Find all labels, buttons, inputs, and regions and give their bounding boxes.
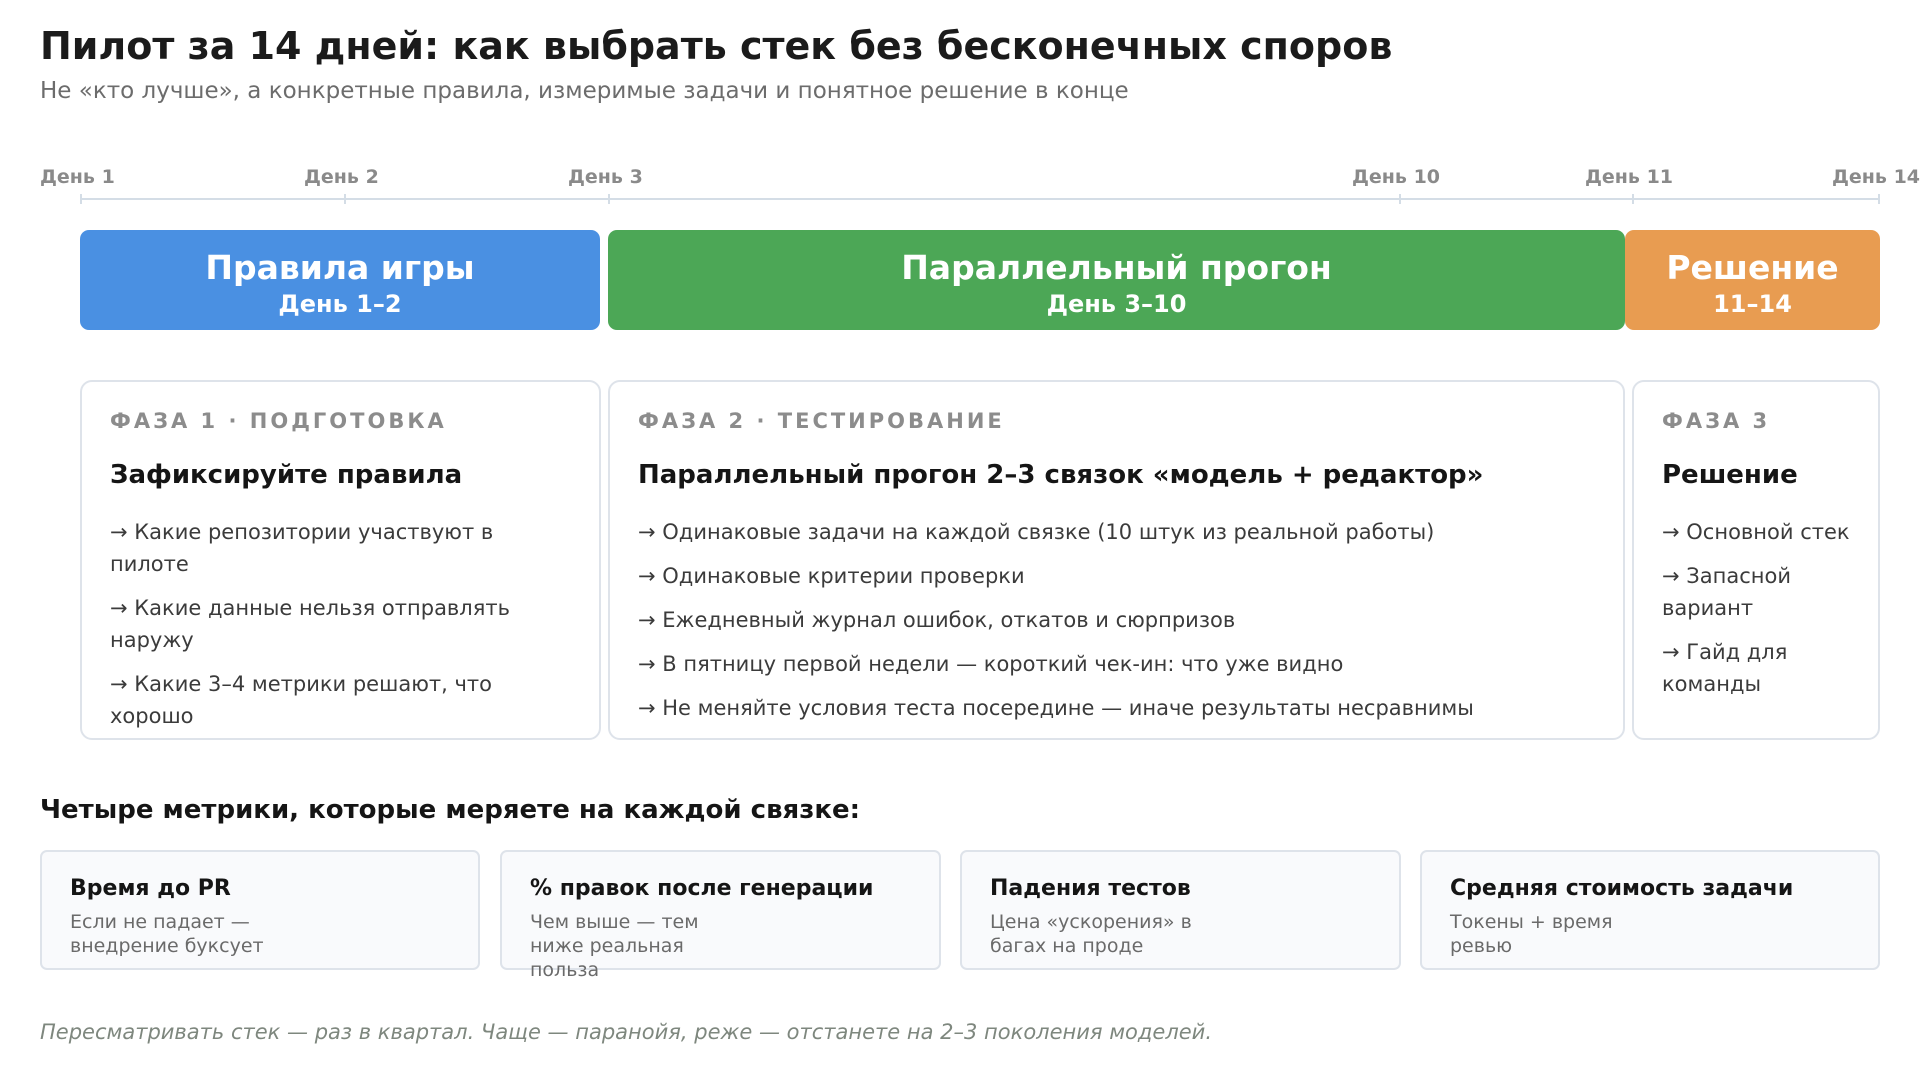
phase-bar-title: Параллельный прогон — [901, 248, 1332, 287]
phase-bar-decision: Решение 11–14 — [1625, 230, 1880, 330]
timeline-tick — [1399, 194, 1401, 204]
metric-title: Время до PR — [70, 876, 231, 901]
card-list: → Какие репозитории участвуют в пилоте →… — [110, 516, 571, 732]
card-heading: Параллельный прогон 2–3 связок «модель +… — [638, 460, 1484, 490]
timeline-axis — [80, 198, 1880, 200]
timeline-tick — [1878, 194, 1880, 204]
phase-card-testing: ФАЗА 2 · ТЕСТИРОВАНИЕ Параллельный прого… — [608, 380, 1625, 740]
list-item: → Основной стек — [1662, 520, 1850, 544]
timeline-label-day-1: День 1 — [40, 166, 115, 188]
list-item: → Гайд для команды — [1662, 640, 1788, 696]
timeline-label-day-14: День 14 — [1832, 166, 1920, 188]
timeline-tick — [80, 194, 82, 204]
metric-card-edits-percent: % правок после генерации Чем выше — тем … — [500, 850, 941, 981]
metric-description: Цена «ускорения» в багах на проде — [990, 911, 1192, 957]
card-eyebrow: ФАЗА 3 — [1662, 409, 1771, 433]
timeline-tick — [1632, 194, 1634, 204]
footer-note: Пересматривать стек — раз в квартал. Чащ… — [40, 1020, 1212, 1044]
metric-card-test-failures: Падения тестов Цена «ускорения» в багах … — [960, 850, 1401, 970]
card-list: → Основной стек → Запасной вариант → Гай… — [1662, 516, 1850, 700]
timeline-label-day-10: День 10 — [1352, 166, 1441, 188]
metrics-heading: Четыре метрики, которые меряете на каждо… — [40, 795, 861, 825]
list-item: → Одинаковые задачи на каждой связке (10… — [638, 520, 1435, 544]
phase-bar-title: Правила игры — [205, 248, 475, 287]
phase-bar-title: Решение — [1666, 248, 1839, 287]
card-heading: Зафиксируйте правила — [110, 460, 463, 490]
metric-title: Падения тестов — [990, 876, 1191, 901]
phase-card-preparation: ФАЗА 1 · ПОДГОТОВКА Зафиксируйте правила… — [80, 380, 601, 740]
card-eyebrow: ФАЗА 1 · ПОДГОТОВКА — [110, 409, 447, 433]
list-item: → Какие данные нельзя отправлять наружу — [110, 596, 510, 652]
list-item: → Не меняйте условия теста посередине — … — [638, 696, 1474, 720]
phase-bar-range: 11–14 — [1713, 290, 1792, 318]
metric-card-time-to-pr: Время до PR Если не падает — внедрение б… — [40, 850, 480, 970]
metric-description: Токены + время ревью — [1450, 911, 1613, 957]
timeline-label-day-11: День 11 — [1585, 166, 1674, 188]
phase-card-decision: ФАЗА 3 Решение → Основной стек → Запасно… — [1632, 380, 1880, 740]
phase-bar-range: День 1–2 — [278, 290, 402, 318]
page-subtitle: Не «кто лучше», а конкретные правила, из… — [40, 78, 1129, 104]
list-item: → Ежедневный журнал ошибок, откатов и сю… — [638, 608, 1236, 632]
metric-title: % правок после генерации — [530, 876, 874, 901]
metric-description: Если не падает — внедрение буксует — [70, 911, 264, 957]
timeline-label-day-2: День 2 — [304, 166, 379, 188]
list-item: → Какие 3–4 метрики решают, что хорошо — [110, 672, 492, 728]
page-title: Пилот за 14 дней: как выбрать стек без б… — [40, 24, 1393, 68]
metric-card-task-cost: Средняя стоимость задачи Токены + время … — [1420, 850, 1880, 970]
phase-bar-parallel-run: Параллельный прогон День 3–10 — [608, 230, 1625, 330]
card-eyebrow: ФАЗА 2 · ТЕСТИРОВАНИЕ — [638, 409, 1005, 433]
metric-description: Чем выше — тем ниже реальная польза — [530, 911, 699, 981]
timeline-label-day-3: День 3 — [568, 166, 643, 188]
phase-bar-range: День 3–10 — [1046, 290, 1187, 318]
card-heading: Решение — [1662, 460, 1798, 490]
list-item: → Какие репозитории участвуют в пилоте — [110, 520, 494, 576]
phase-bar-rules: Правила игры День 1–2 — [80, 230, 600, 330]
timeline-tick — [608, 194, 610, 204]
metric-title: Средняя стоимость задачи — [1450, 876, 1794, 901]
list-item: → В пятницу первой недели — короткий чек… — [638, 652, 1344, 676]
list-item: → Запасной вариант — [1662, 564, 1791, 620]
card-list: → Одинаковые задачи на каждой связке (10… — [638, 516, 1595, 724]
timeline-tick — [344, 194, 346, 204]
list-item: → Одинаковые критерии проверки — [638, 564, 1025, 588]
